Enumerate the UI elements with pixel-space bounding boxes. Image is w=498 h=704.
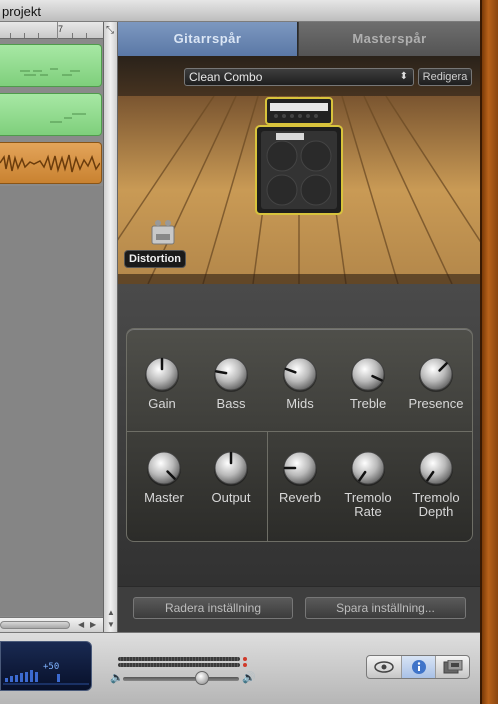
knob-label: Gain	[148, 396, 176, 411]
window-title-bar: projekt	[0, 0, 498, 22]
level-meter-right	[118, 663, 240, 667]
empty-track-area[interactable]	[0, 186, 103, 616]
scroll-up-icon[interactable]: ▲	[107, 608, 115, 617]
distortion-pedal-icon[interactable]	[150, 218, 176, 246]
resize-handle-icon[interactable]: ⤡	[106, 25, 116, 36]
treble-dial[interactable]	[349, 355, 387, 393]
ruler-bar-number: 7	[58, 24, 64, 34]
knob-master[interactable]: Master	[132, 449, 196, 505]
knob-tremolo-depth[interactable]: Tremolo Depth	[404, 449, 468, 519]
edit-button[interactable]: Redigera	[418, 68, 472, 86]
eye-icon[interactable]	[367, 656, 401, 678]
level-meter-left	[118, 657, 240, 661]
knob-gain[interactable]: Gain	[130, 355, 194, 411]
info-icon[interactable]	[401, 656, 435, 678]
knob-tremolo-rate[interactable]: Tremolo Rate	[336, 449, 400, 519]
knob-label: Presence	[408, 396, 464, 411]
media-browser-icon[interactable]	[435, 656, 469, 678]
tremolo-depth-dial[interactable]	[417, 449, 455, 487]
knob-pointer	[214, 370, 228, 375]
midi-region-1[interactable]	[0, 44, 102, 87]
vertical-splitter[interactable]: ⤡ ▲ ▼	[103, 22, 118, 632]
midi-region-2[interactable]	[0, 93, 102, 136]
settings-button-row: Radera inställning Spara inställning...	[118, 586, 480, 632]
midi-notes	[20, 68, 80, 76]
tremolo-rate-dial[interactable]	[349, 449, 387, 487]
knob-presence[interactable]: Presence	[404, 355, 468, 411]
horizontal-scrollbar[interactable]: ◀ ▶	[0, 617, 103, 632]
tab-master-track[interactable]: Masterspår	[299, 22, 480, 56]
knob-label-line2: Rate	[354, 504, 382, 519]
master-volume-thumb[interactable]	[195, 671, 209, 685]
horizontal-scroll-thumb[interactable]	[0, 621, 70, 629]
clip-indicator-right[interactable]	[243, 663, 247, 667]
knob-bass[interactable]: Bass	[199, 355, 263, 411]
window-title: projekt	[2, 4, 42, 19]
bass-dial[interactable]	[212, 355, 250, 393]
knob-reverb[interactable]: Reverb	[268, 449, 332, 505]
scroll-down-icon[interactable]: ▼	[107, 620, 115, 629]
ruler-tick	[38, 33, 39, 38]
knob-panel: Gain Bass Mids Treble Presence Master Ou…	[126, 328, 473, 542]
knob-label-line1: Tremolo	[344, 490, 392, 505]
volume-low-icon: 🔈	[110, 672, 124, 684]
mids-dial[interactable]	[281, 355, 319, 393]
knob-label-line1: Tremolo	[412, 490, 460, 505]
audio-waveform	[0, 154, 101, 173]
ruler-tick	[10, 33, 11, 38]
knob-label: Treble	[349, 396, 387, 411]
amp-stage: Clean Combo ⬍ Redigera Distortion	[118, 56, 480, 284]
lcd-value: +50	[43, 662, 60, 672]
preset-select[interactable]: Clean Combo ⬍	[184, 68, 414, 86]
midi-notes	[50, 113, 86, 123]
knob-label: Bass	[216, 396, 246, 411]
timeline-ruler[interactable]: 7	[0, 22, 103, 39]
knob-mids[interactable]: Mids	[268, 355, 332, 411]
volume-high-icon: 🔊	[242, 672, 256, 684]
ruler-tick	[86, 33, 87, 38]
knob-label: Master	[144, 490, 184, 505]
tab-guitar-track[interactable]: Gitarrspår	[118, 22, 298, 56]
preset-select-value: Clean Combo	[189, 70, 263, 84]
panel-tabs: Gitarrspår Masterspår	[118, 22, 480, 56]
presence-dial[interactable]	[417, 355, 455, 393]
master-dial[interactable]	[145, 449, 183, 487]
gain-dial[interactable]	[143, 355, 181, 393]
ruler-tick	[24, 33, 25, 38]
view-toggle-group	[366, 655, 470, 679]
ruler-tick	[72, 33, 73, 38]
knob-label: Mids	[286, 396, 314, 411]
select-arrows-icon: ⬍	[399, 71, 408, 82]
amp-controls-area: Gain Bass Mids Treble Presence Master Ou…	[118, 284, 480, 632]
clip-indicator-left[interactable]	[243, 657, 247, 661]
knob-label: Output	[211, 490, 251, 505]
save-setting-button[interactable]: Spara inställning...	[305, 597, 466, 619]
knob-label: Reverb	[279, 490, 321, 505]
amp-image[interactable]	[252, 96, 348, 218]
delete-setting-button[interactable]: Radera inställning	[133, 597, 293, 619]
scroll-right-icon[interactable]: ▶	[90, 620, 96, 629]
knob-panel-divider	[127, 431, 472, 432]
audio-region[interactable]	[0, 142, 102, 184]
pedal-label[interactable]: Distortion	[124, 250, 186, 268]
window-wood-frame	[480, 0, 498, 704]
lcd-display[interactable]: +50	[0, 641, 92, 691]
knob-output[interactable]: Output	[199, 449, 263, 505]
knob-treble[interactable]: Treble	[336, 355, 400, 411]
knob-label-line2: Depth	[418, 504, 454, 519]
master-volume-slider[interactable]	[123, 677, 239, 681]
bottom-control-bar: +50 🔈 🔊	[0, 632, 480, 704]
tracks-area[interactable]: 7	[0, 22, 103, 617]
scroll-left-icon[interactable]: ◀	[78, 620, 84, 629]
track-info-panel: Gitarrspår Masterspår Clean Combo ⬍ Redi…	[118, 22, 480, 632]
output-dial[interactable]	[212, 449, 250, 487]
reverb-dial[interactable]	[281, 449, 319, 487]
